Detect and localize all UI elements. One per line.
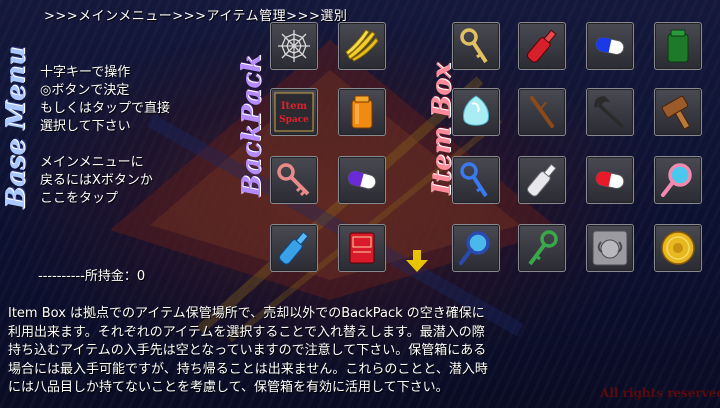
item-box-slot-11[interactable] — [586, 156, 634, 204]
ice-crystal-icon — [463, 95, 489, 126]
item-box-slot-16[interactable] — [654, 224, 702, 272]
item-box-description: Item Box は拠点でのアイテム保管場所で、売却以外でのBackPack の… — [8, 305, 488, 398]
item-space-icon: Item Space — [274, 92, 314, 132]
item-space-line2: Space — [279, 115, 309, 125]
spider-web-icon — [278, 30, 310, 62]
wooden-stick-icon — [530, 96, 554, 128]
description-line: 持ち込むアイテムの入手先は空となっていますので注意して下さい。保管箱にある — [8, 343, 487, 358]
copyright-notice: All rights reserved — [600, 386, 720, 400]
blue-key-icon — [460, 162, 488, 198]
blue-white-capsule-icon — [595, 37, 625, 55]
red-bottle-icon — [526, 29, 557, 63]
blue-magnifier-icon — [459, 231, 490, 265]
blue-bottle-icon — [278, 231, 309, 265]
backpack-slot-6[interactable] — [338, 156, 386, 204]
item-box-slot-12[interactable] — [654, 156, 702, 204]
description-line: 利用出来ます。それぞれのアイテムを選択することで入れ替えします。最潜入の際 — [8, 324, 485, 340]
item-box-slot-8[interactable] — [654, 88, 702, 136]
instruction-line — [40, 136, 170, 154]
backpack-slot-8[interactable] — [338, 224, 386, 272]
green-canister-icon — [667, 29, 689, 63]
item-box-slot-10[interactable] — [518, 156, 566, 204]
item-box-slot-14[interactable] — [518, 224, 566, 272]
banana-bunch-icon — [345, 29, 379, 62]
wooden-hammer-icon — [661, 95, 691, 130]
item-space-line1: Item — [281, 101, 308, 112]
instruction-line: ◎ボタンで決定 — [40, 83, 130, 98]
item-box-slot-9[interactable] — [452, 156, 500, 204]
money-display: ----------所持金：0 — [38, 269, 146, 284]
description-line: には八品目しか持てないことを考慮して、保管箱を有効に活用して下さい。 — [8, 380, 449, 395]
orange-canister-icon — [351, 95, 373, 129]
backpack-slot-1[interactable] — [270, 22, 318, 70]
return-to-main-menu-link[interactable]: ここをタップ — [40, 190, 170, 208]
white-bottle-icon — [526, 163, 557, 197]
gold-medal-icon — [661, 231, 695, 265]
item-box-slot-3[interactable] — [586, 22, 634, 70]
red-white-capsule-icon — [595, 171, 625, 189]
ram-emblem-icon — [592, 230, 628, 266]
instruction-line: もしくはタップで直接 — [40, 101, 171, 116]
return-to-main-menu-link[interactable]: 戻るにはXボタンか — [40, 172, 170, 190]
backpack-slot-2[interactable] — [338, 22, 386, 70]
red-book-icon — [349, 232, 375, 264]
backpack-slot-4[interactable] — [338, 88, 386, 136]
instructions: 十字キーで操作 ◎ボタンで決定 もしくはタップで直接 選択して下さい メインメニ… — [40, 64, 170, 208]
return-to-main-menu-link[interactable]: メインメニューに — [40, 154, 170, 172]
item-box-slot-1[interactable] — [452, 22, 500, 70]
item-management-screen: >>>メインメニュー>>>アイテム管理>>>選別 Base Menu BackP… — [0, 0, 720, 408]
instruction-line: 十字キーで操作 — [40, 65, 131, 80]
crowbar-icon — [594, 96, 624, 128]
item-box-slot-4[interactable] — [654, 22, 702, 70]
backpack-slot-3[interactable]: Item Space — [270, 88, 318, 136]
description-line: 場合には最入手可能ですが、持ち帰ることは出来ません。これらのことと、潜入時 — [8, 361, 488, 377]
backpack-title: BackPack — [237, 54, 267, 197]
green-key-icon — [528, 230, 558, 266]
item-box-slot-6[interactable] — [518, 88, 566, 136]
instruction-line: 選択して下さい — [40, 119, 131, 134]
item-box-slot-15[interactable] — [586, 224, 634, 272]
backpack-slot-5[interactable] — [270, 156, 318, 204]
base-menu-title[interactable]: Base Menu — [1, 47, 35, 209]
gold-key-icon — [460, 28, 488, 64]
down-arrow-icon[interactable] — [404, 248, 430, 274]
item-box-slot-5[interactable] — [452, 88, 500, 136]
item-box-slot-2[interactable] — [518, 22, 566, 70]
backpack-slot-7[interactable] — [270, 224, 318, 272]
pink-magnifier-icon — [661, 163, 692, 197]
description-line: Item Box は拠点でのアイテム保管場所で、売却以外でのBackPack の… — [8, 306, 485, 321]
purple-white-capsule-icon — [347, 170, 377, 190]
item-box-slot-7[interactable] — [586, 88, 634, 136]
item-box-slot-13[interactable] — [452, 224, 500, 272]
pink-key-icon — [277, 163, 310, 197]
